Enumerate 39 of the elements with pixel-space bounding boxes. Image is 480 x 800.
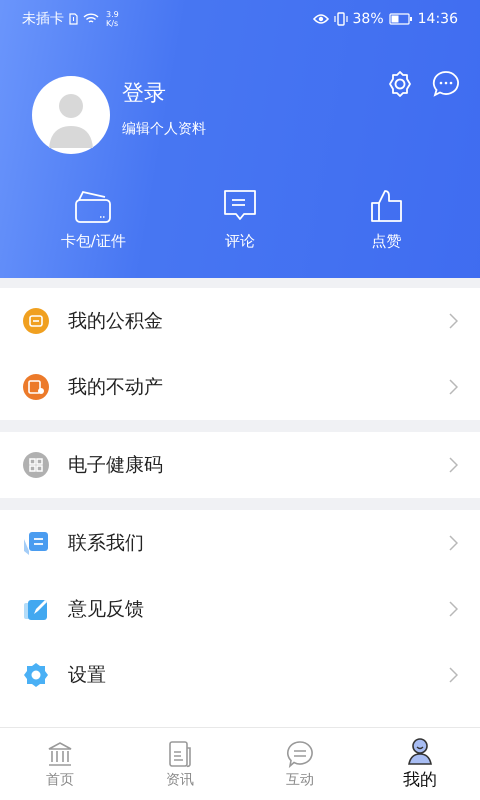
- settings-icon[interactable]: [386, 70, 414, 98]
- action-button[interactable]: 卡包/证件: [38, 188, 148, 251]
- carrier-text: 未插卡: [22, 10, 64, 28]
- chevron-right-icon: [449, 457, 458, 473]
- avatar[interactable]: [32, 76, 110, 154]
- message-icon[interactable]: [432, 70, 460, 98]
- menu-item[interactable]: 设置: [0, 642, 480, 708]
- chevron-right-icon: [449, 667, 458, 683]
- chat-icon: [286, 740, 314, 768]
- speed-value: 3.9: [106, 10, 119, 19]
- tab[interactable]: 资讯: [135, 740, 225, 788]
- menu-item[interactable]: 我的不动产: [0, 354, 480, 420]
- action-button[interactable]: 评论: [184, 188, 295, 251]
- wallet-icon: [74, 188, 112, 224]
- menu-item[interactable]: 我的公积金: [0, 288, 480, 354]
- person-icon: [406, 737, 434, 765]
- login-link[interactable]: 登录: [122, 78, 386, 110]
- action-button[interactable]: 点赞: [332, 188, 442, 251]
- menu-item[interactable]: 联系我们: [0, 510, 480, 576]
- clock-time: 14:36: [418, 11, 458, 27]
- tab[interactable]: 我的: [375, 737, 465, 791]
- tab[interactable]: 首页: [15, 740, 105, 788]
- speed-unit: K/s: [106, 19, 119, 28]
- menu-item[interactable]: 电子健康码: [0, 432, 480, 498]
- vibrate-icon: [334, 12, 348, 26]
- eye-icon: [312, 13, 329, 25]
- chevron-right-icon: [449, 379, 458, 395]
- tab[interactable]: 互动: [255, 740, 345, 788]
- menu-item[interactable]: 意见反馈: [0, 576, 480, 642]
- chevron-right-icon: [449, 313, 458, 329]
- battery-percent: 38%: [352, 11, 384, 27]
- battery-icon: [388, 13, 413, 25]
- sim-icon: [69, 13, 78, 25]
- chevron-right-icon: [449, 535, 458, 551]
- document-icon: [166, 740, 194, 768]
- bank-icon: [46, 740, 74, 768]
- chevron-right-icon: [449, 601, 458, 617]
- edit-profile-link[interactable]: 编辑个人资料: [122, 120, 386, 138]
- wifi-icon: [83, 13, 99, 25]
